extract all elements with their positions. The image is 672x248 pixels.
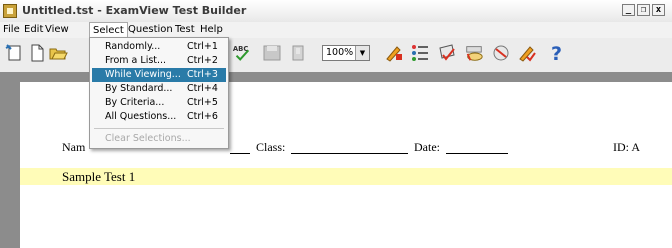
zoom-select[interactable]: 100% ▼ [322, 45, 370, 61]
date-label: Date: [414, 140, 440, 154]
menu-separator [94, 128, 224, 129]
new-document-icon[interactable] [27, 43, 47, 63]
minimize-button[interactable]: _ [622, 4, 635, 16]
online-test-icon[interactable] [464, 43, 484, 63]
report-icon[interactable] [517, 43, 537, 63]
name-label: Nam [62, 140, 86, 154]
menu-item-label: By Standard... [105, 83, 173, 94]
menu-item-shortcut: Ctrl+4 [187, 83, 218, 94]
save-icon[interactable] [262, 43, 282, 63]
menu-select[interactable]: Select [89, 22, 128, 38]
menu-item-shortcut: Ctrl+6 [187, 111, 218, 122]
class-label: Class: [256, 140, 286, 154]
spell-check-icon[interactable]: ABC [232, 43, 252, 63]
name-underline [230, 153, 250, 154]
menu-item-randomly[interactable]: Randomly... Ctrl+1 [92, 40, 226, 54]
question-bank-icon[interactable] [491, 43, 511, 63]
menu-item-shortcut: Ctrl+1 [187, 41, 218, 52]
print-icon[interactable] [289, 43, 309, 63]
menu-item-clear-selections: Clear Selections... [92, 132, 226, 146]
close-button[interactable]: x [652, 4, 665, 16]
menu-item-label: All Questions... [105, 111, 177, 122]
new-question-icon[interactable] [4, 43, 24, 63]
select-menu-dropdown: Randomly... Ctrl+1 From a List... Ctrl+2… [89, 37, 229, 149]
menu-item-shortcut: Ctrl+3 [187, 69, 218, 80]
menu-item-shortcut: Ctrl+2 [187, 55, 218, 66]
menu-item-label: By Criteria... [105, 97, 165, 108]
grade-icon[interactable] [437, 43, 457, 63]
test-title-band: Sample Test 1 [20, 168, 672, 185]
menu-file[interactable]: File [3, 23, 20, 37]
title-bar: Untitled.tst - ExamView Test Builder _ ❐… [0, 0, 672, 23]
menu-item-label: From a List... [105, 55, 167, 66]
app-icon [3, 4, 17, 18]
class-underline [291, 153, 408, 154]
menu-question[interactable]: Question [128, 23, 173, 37]
menu-test[interactable]: Test [175, 23, 195, 37]
id-label: ID: A [613, 140, 640, 154]
menu-view[interactable]: View [45, 23, 69, 37]
menu-item-all-questions[interactable]: All Questions... Ctrl+6 [92, 110, 226, 124]
help-icon[interactable]: ? [547, 43, 567, 63]
menu-item-shortcut: Ctrl+5 [187, 97, 218, 108]
menu-item-while-viewing[interactable]: While Viewing... Ctrl+3 [92, 68, 226, 82]
menu-item-label: Clear Selections... [105, 133, 191, 144]
menu-item-from-list[interactable]: From a List... Ctrl+2 [92, 54, 226, 68]
menu-item-label: Randomly... [105, 41, 161, 52]
chevron-down-icon[interactable]: ▼ [355, 46, 369, 60]
svg-text:?: ? [551, 43, 562, 63]
menu-help[interactable]: Help [200, 23, 223, 37]
test-title[interactable]: Sample Test 1 [62, 169, 135, 185]
zoom-value: 100% [326, 47, 354, 58]
edit-question-icon[interactable] [384, 43, 404, 63]
open-folder-icon[interactable] [48, 43, 68, 63]
menu-item-by-standard[interactable]: By Standard... Ctrl+4 [92, 82, 226, 96]
window-title: Untitled.tst - ExamView Test Builder [22, 4, 247, 17]
date-underline [446, 153, 508, 154]
list-options-icon[interactable] [410, 43, 430, 63]
menu-item-label: While Viewing... [105, 69, 181, 80]
restore-button[interactable]: ❐ [637, 4, 650, 16]
menu-item-by-criteria[interactable]: By Criteria... Ctrl+5 [92, 96, 226, 110]
menu-edit[interactable]: Edit [24, 23, 43, 37]
